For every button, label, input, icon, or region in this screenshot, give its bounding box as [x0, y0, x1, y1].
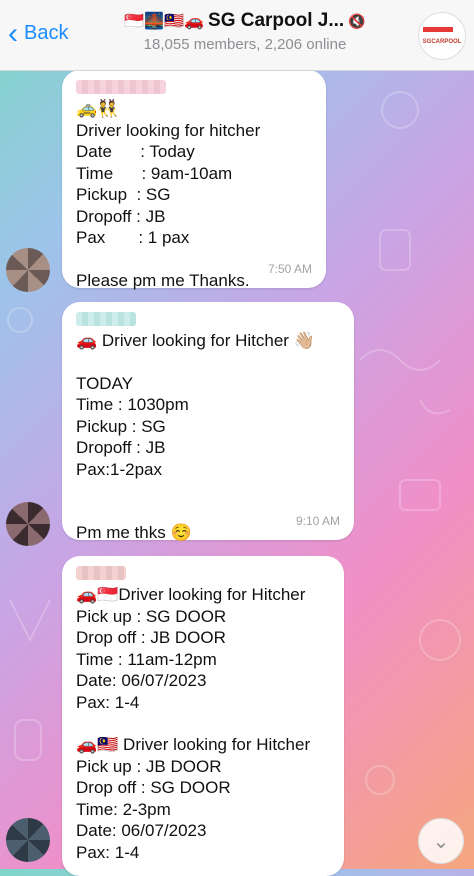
- chat-title-area[interactable]: 🇸🇬🌉🇲🇾🚗 SG Carpool J... 🔇 18,055 members, 2…: [100, 10, 390, 53]
- group-avatar-text: SGCARPOOL: [422, 39, 462, 45]
- chat-subtitle: 18,055 members, 2,206 online: [143, 36, 347, 53]
- message-line: Pax:1-2pax: [76, 459, 162, 479]
- message-line: Date: 06/07/2023: [76, 671, 207, 690]
- back-button[interactable]: ‹ Back: [8, 16, 69, 50]
- message-time: 9:10 AM: [295, 513, 340, 528]
- message-line: Drop off : SG DOOR: [76, 778, 231, 797]
- sender-name-redacted: [76, 566, 126, 580]
- sender-name-redacted: [76, 80, 166, 94]
- message-bubble[interactable]: 🚗 Driver looking for Hitcher 👋🏼 TODAY Ti…: [62, 302, 354, 542]
- message-line: Time : 9am-10am: [76, 163, 233, 183]
- chevron-down-icon: ⌄: [432, 830, 450, 853]
- muted-icon: 🔇: [348, 13, 366, 29]
- sender-name-redacted: [76, 312, 136, 326]
- back-label: Back: [24, 22, 69, 44]
- chat-title-text: SG Carpool J...: [208, 10, 345, 31]
- message-line: Time : 11am-12pm: [76, 649, 217, 669]
- message-line: Pax: 1-4: [76, 692, 140, 712]
- message-line: Date : Today: [76, 142, 195, 161]
- message-line: Dropoff : JB: [76, 438, 166, 457]
- message-line: Date: 06/07/2023: [76, 821, 207, 840]
- message-line: Drop off : JB DOOR: [76, 628, 226, 647]
- message-line: TODAY: [76, 373, 133, 393]
- message-line: Pick up : JB DOOR: [76, 756, 222, 776]
- title-flags: 🇸🇬🌉🇲🇾🚗: [124, 13, 205, 30]
- message-line: [76, 352, 340, 373]
- chevron-left-icon: ‹: [8, 16, 18, 50]
- message-line: Pax : 1 pax: [76, 228, 190, 247]
- message-line: Dropoff : JB: [76, 206, 166, 226]
- message-line: 🚗🇸🇬Driver looking for Hitcher: [76, 585, 306, 604]
- message-line: Time: 2-3pm: [76, 799, 171, 819]
- avatar[interactable]: [6, 248, 50, 292]
- message-line: [76, 713, 330, 734]
- scroll-down-button[interactable]: ⌄: [418, 818, 464, 864]
- message-line: Pax: 1-4: [76, 842, 140, 862]
- avatar[interactable]: [6, 502, 50, 546]
- message-bubble[interactable]: 🚕👯 Driver looking for hitcher Date : Tod…: [62, 70, 326, 290]
- chat-title: 🇸🇬🌉🇲🇾🚗 SG Carpool J... 🔇: [100, 10, 390, 32]
- message-line: Driver looking for hitcher: [76, 120, 261, 140]
- message-line: Time : 1030pm: [76, 395, 189, 414]
- message-line: [76, 480, 340, 501]
- chat-header: ‹ Back 🇸🇬🌉🇲🇾🚗 SG Carpool J... 🔇 18,055 mem…: [0, 0, 474, 71]
- avatar[interactable]: [6, 818, 50, 862]
- message-line: 🚗 Driver looking for Hitcher 👋🏼: [76, 331, 315, 350]
- message-line: Pick up : SG DOOR: [76, 606, 227, 626]
- flag-icon: [422, 27, 453, 37]
- message-emoji: 🚕👯: [76, 99, 119, 118]
- message-line: Pickup : SG: [76, 185, 171, 204]
- group-avatar[interactable]: SGCARPOOL: [418, 12, 466, 60]
- message-line: 🚗🇲🇾 Driver looking for Hitcher: [76, 735, 311, 754]
- message-time: 7:50 AM: [267, 261, 312, 276]
- message-line: Pickup : SG: [76, 416, 166, 436]
- message-bubble[interactable]: 🚗🇸🇬Driver looking for Hitcher Pick up : …: [62, 556, 344, 876]
